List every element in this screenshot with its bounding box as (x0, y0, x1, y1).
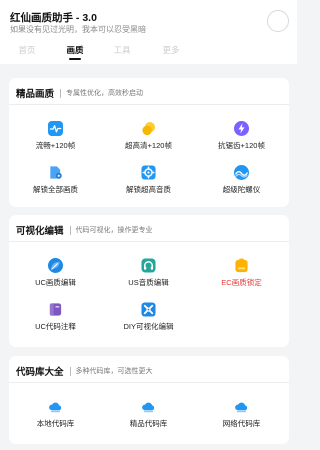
cloud-icon (141, 399, 156, 414)
avatar[interactable] (267, 10, 289, 32)
section-divider (9, 382, 289, 383)
tab-quality-label: 画质 (66, 45, 84, 55)
section-title: 可视化编辑 (16, 226, 64, 237)
leaf-icon (48, 258, 63, 273)
headphones-icon (141, 258, 156, 273)
top-bar: 红仙画质助手 - 3.0 如果没有见过光明，我本可以忍受黑暗 首页 画质 工具 … (0, 0, 297, 64)
cloud-icon (234, 399, 249, 414)
cloud-icon (48, 399, 63, 414)
feature-label: 超高清+120帧 (125, 141, 172, 150)
feature-label: 超级陀螺仪 (222, 185, 261, 194)
feature-ec-quality-lock[interactable]: EC画质锁定 (195, 258, 288, 290)
feature-label: 精品代码库 (129, 419, 168, 428)
app-title: 红仙画质助手 - 3.0 (10, 12, 97, 24)
section-code-library: 代码库大全 多种代码库，可选性更大 本地代码库 精品代码库 网络代码库 (9, 356, 289, 444)
section-header: 可视化编辑 代码可视化，操作更专业 (16, 223, 153, 237)
section-description: 代码可视化，操作更专业 (75, 227, 153, 234)
feature-label: DIY可视化编辑 (123, 322, 174, 331)
section-description: 多种代码库，可选性更大 (75, 368, 153, 375)
puzzle-icon (141, 302, 156, 317)
tab-home[interactable]: 首页 (12, 44, 42, 56)
feature-diy-visual-edit[interactable]: DIY可视化编辑 (102, 302, 195, 334)
file-lock-icon (48, 165, 63, 180)
feature-us-audio-edit[interactable]: US音质编辑 (102, 258, 195, 290)
gear-icon (141, 165, 156, 180)
feature-label: 网络代码库 (222, 419, 261, 428)
section-visual-editor: 可视化编辑 代码可视化，操作更专业 UC画质编辑 US音质编辑 EC画质锁定 U… (9, 215, 289, 347)
tab-bar: 首页 画质 工具 更多 (0, 44, 297, 64)
tab-quality[interactable]: 画质 (60, 44, 90, 60)
feature-unlock-all-quality[interactable]: 解锁全部画质 (9, 165, 102, 197)
battery-icon (234, 258, 249, 273)
app-subtitle: 如果没有见过光明，我本可以忍受黑暗 (10, 25, 146, 34)
section-description: 专属性优化，高效秒启动 (66, 90, 144, 97)
tab-home-label: 首页 (18, 45, 36, 55)
feature-smooth-120fps[interactable]: 流畅+120帧 (9, 121, 102, 153)
section-separator (69, 366, 71, 376)
feature-label: EC画质锁定 (221, 278, 262, 287)
feature-label: UC代码注释 (35, 322, 76, 331)
feature-label: US音质编辑 (128, 278, 169, 287)
wave-icon (234, 165, 249, 180)
feature-super-gyroscope[interactable]: 超级陀螺仪 (195, 165, 288, 197)
section-title: 精品画质 (16, 89, 55, 100)
tab-more-label: 更多 (162, 45, 180, 55)
tab-tools-label: 工具 (113, 45, 131, 55)
section-divider (9, 104, 289, 105)
tab-more[interactable]: 更多 (156, 44, 186, 56)
feature-label: 流畅+120帧 (35, 141, 76, 150)
pulse-icon (48, 121, 63, 136)
section-title: 代码库大全 (16, 367, 64, 378)
section-premium-quality: 精品画质 专属性优化，高效秒启动 流畅+120帧 超高清+120帧 抗锯齿+12… (9, 78, 289, 207)
circles-icon (141, 121, 156, 136)
section-header: 代码库大全 多种代码库，可选性更大 (16, 364, 153, 378)
feature-uc-quality-edit[interactable]: UC画质编辑 (9, 258, 102, 290)
feature-premium-library[interactable]: 精品代码库 (102, 399, 195, 431)
feature-uhd-120fps[interactable]: 超高清+120帧 (102, 121, 195, 153)
feature-label: 解锁全部画质 (33, 185, 78, 194)
section-divider (9, 241, 289, 242)
feature-label: UC画质编辑 (35, 278, 76, 287)
feature-label: 抗锯齿+120帧 (218, 141, 265, 150)
tab-tools[interactable]: 工具 (107, 44, 137, 56)
section-separator (69, 225, 71, 235)
feature-local-library[interactable]: 本地代码库 (9, 399, 102, 431)
tab-active-indicator (69, 58, 81, 60)
bolt-icon (234, 121, 249, 136)
feature-unlock-hq-audio[interactable]: 解锁超高音质 (102, 165, 195, 197)
section-header: 精品画质 专属性优化，高效秒启动 (16, 86, 143, 100)
feature-network-library[interactable]: 网络代码库 (195, 399, 288, 431)
section-separator (60, 88, 62, 98)
feature-label: 解锁超高音质 (126, 185, 171, 194)
feature-uc-code-comment[interactable]: UC代码注释 (9, 302, 102, 334)
feature-label: 本地代码库 (36, 419, 75, 428)
feature-antialias-120fps[interactable]: 抗锯齿+120帧 (195, 121, 288, 153)
book-icon (48, 302, 63, 317)
